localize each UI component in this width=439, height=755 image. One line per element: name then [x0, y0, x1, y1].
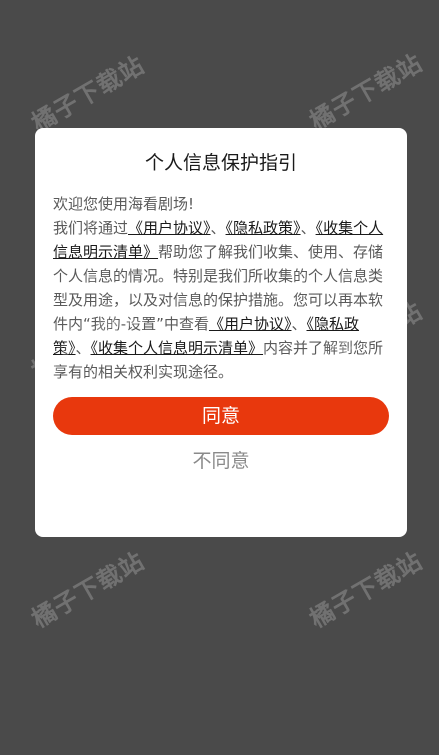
watermark: 橘子下载站: [305, 546, 428, 634]
dialog-title: 个人信息保护指引: [144, 152, 297, 174]
dialog-body: 欢迎您使用海看剧场! 我们将通过《用户协议》、《隐私政策》、《收集个人信息明示清…: [53, 192, 389, 384]
separator: 、: [291, 315, 307, 333]
greeting-text: 欢迎您使用海看剧场!: [53, 195, 195, 213]
intro-text: 我们将通过: [53, 219, 129, 237]
watermark: 橘子下载站: [305, 48, 428, 136]
collection-list-link-2[interactable]: 《收集个人信息明示清单》: [91, 339, 264, 357]
user-agreement-link-2[interactable]: 《用户协议》: [209, 315, 292, 333]
separator: 、: [75, 339, 91, 357]
agree-button[interactable]: 同意: [53, 397, 389, 435]
watermark: 橘子下载站: [27, 50, 150, 138]
watermark: 橘子下载站: [27, 546, 150, 634]
disagree-button[interactable]: 不同意: [53, 443, 389, 479]
user-agreement-link[interactable]: 《用户协议》: [128, 219, 211, 237]
separator: 、: [210, 219, 226, 237]
privacy-dialog: 个人信息保护指引 欢迎您使用海看剧场! 我们将通过《用户协议》、《隐私政策》、《…: [35, 128, 407, 537]
privacy-policy-link[interactable]: 《隐私政策》: [226, 219, 301, 237]
separator: 、: [300, 219, 316, 237]
